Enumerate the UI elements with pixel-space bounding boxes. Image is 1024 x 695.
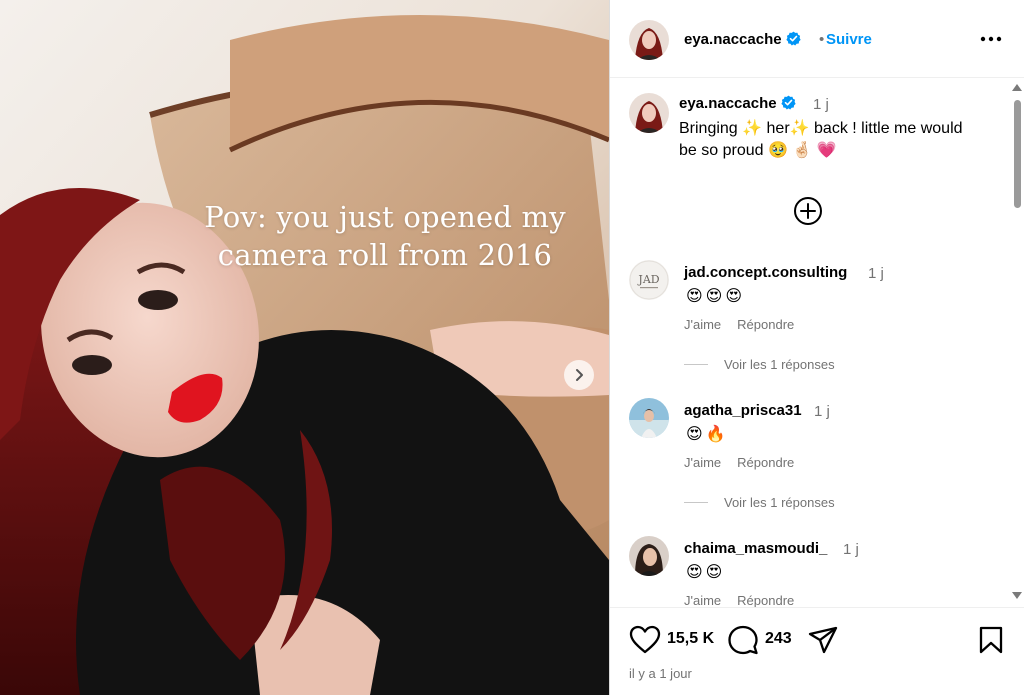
verified-icon (785, 31, 801, 46)
post-details-panel: eya.naccache • Suivre eya.naccache 1 j B… (609, 0, 1024, 695)
sparkles-emoji: ✨ (742, 120, 763, 137)
more-options-button[interactable] (978, 26, 1004, 52)
comment-actions: J'aime Répondre (684, 593, 810, 607)
like-comment-button[interactable]: J'aime (684, 317, 721, 332)
svg-text:JAD: JAD (637, 273, 659, 286)
verified-icon (780, 95, 796, 110)
comments-scroll-area[interactable]: eya.naccache 1 j Bringing ✨ her✨ back ! … (610, 79, 1024, 607)
scrollbar-thumb[interactable] (1014, 100, 1021, 208)
author-avatar[interactable] (629, 20, 669, 60)
comment-actions: J'aime Répondre (684, 455, 810, 470)
comment-icon[interactable] (728, 625, 758, 655)
post-media[interactable]: Pov: you just opened my camera roll from… (0, 0, 609, 695)
view-replies-label: Voir les 1 réponses (724, 357, 835, 372)
share-icon[interactable] (808, 625, 838, 655)
caption-username-text: eya.naccache (679, 95, 777, 112)
reply-button[interactable]: Répondre (737, 593, 794, 607)
heart-emoji: 💗 (816, 142, 837, 159)
commenter-avatar[interactable] (629, 398, 669, 438)
overlay-line-2: camera roll from 2016 (217, 238, 553, 272)
post-photo (0, 0, 609, 695)
caption-timestamp[interactable]: 1 j (813, 96, 829, 113)
caption-part: Bringing (679, 120, 743, 137)
overlay-caption: Pov: you just opened my camera roll from… (190, 198, 580, 274)
comment-timestamp[interactable]: 1 j (868, 265, 884, 282)
comment-username[interactable]: agatha_prisca31 (684, 402, 802, 419)
caption-text: Bringing ✨ her✨ back ! little me would b… (679, 118, 979, 162)
view-replies-label: Voir les 1 réponses (724, 495, 835, 510)
chevron-right-icon (576, 369, 583, 381)
scroll-up-arrow[interactable] (1012, 84, 1022, 91)
comment-text: 😍😍 (686, 564, 726, 581)
comment-text: 😍🔥 (686, 426, 729, 443)
comment-username[interactable]: jad.concept.consulting (684, 264, 847, 281)
comment-username[interactable]: chaima_masmoudi_ (684, 540, 827, 557)
post-header: eya.naccache • Suivre (610, 0, 1024, 78)
view-replies-button[interactable]: Voir les 1 réponses (684, 357, 835, 372)
next-media-button[interactable] (564, 360, 594, 390)
add-comment-icon (794, 197, 822, 225)
sparkles-emoji: ✨ (789, 120, 810, 137)
comments-count[interactable]: 243 (765, 630, 792, 648)
bookmark-icon[interactable] (978, 625, 1004, 655)
author-username[interactable]: eya.naccache (684, 31, 801, 48)
add-comment-button[interactable] (793, 196, 823, 226)
commenter-avatar[interactable]: JAD (629, 260, 669, 300)
replies-divider (684, 502, 708, 503)
post-time-ago[interactable]: il y a 1 jour (629, 666, 692, 681)
comment-timestamp[interactable]: 1 j (814, 403, 830, 420)
comment-text: 😍😍😍 (686, 288, 746, 305)
more-icon (980, 36, 1002, 42)
replies-divider (684, 364, 708, 365)
caption-username[interactable]: eya.naccache (679, 95, 796, 112)
caption-author-avatar[interactable] (629, 93, 669, 133)
reply-button[interactable]: Répondre (737, 317, 794, 332)
like-comment-button[interactable]: J'aime (684, 593, 721, 607)
follow-button[interactable]: Suivre (826, 31, 872, 48)
caption-part: her (762, 120, 790, 137)
emoji: 🥹 (767, 142, 788, 159)
author-username-text: eya.naccache (684, 31, 782, 48)
separator-dot: • (819, 31, 825, 48)
reply-button[interactable]: Répondre (737, 455, 794, 470)
commenter-avatar[interactable] (629, 536, 669, 576)
overlay-line-1: Pov: you just opened my (204, 200, 566, 234)
comment-timestamp[interactable]: 1 j (843, 541, 859, 558)
scroll-down-arrow[interactable] (1012, 592, 1022, 599)
emoji: 🤞🏻 (792, 142, 813, 159)
view-replies-button[interactable]: Voir les 1 réponses (684, 495, 835, 510)
like-comment-button[interactable]: J'aime (684, 455, 721, 470)
likes-count[interactable]: 15,5 K (667, 630, 714, 648)
heart-icon[interactable] (629, 625, 661, 655)
comment-actions: J'aime Répondre (684, 317, 810, 332)
post-actions-bar: 15,5 K 243 il y a 1 jour (610, 607, 1024, 695)
